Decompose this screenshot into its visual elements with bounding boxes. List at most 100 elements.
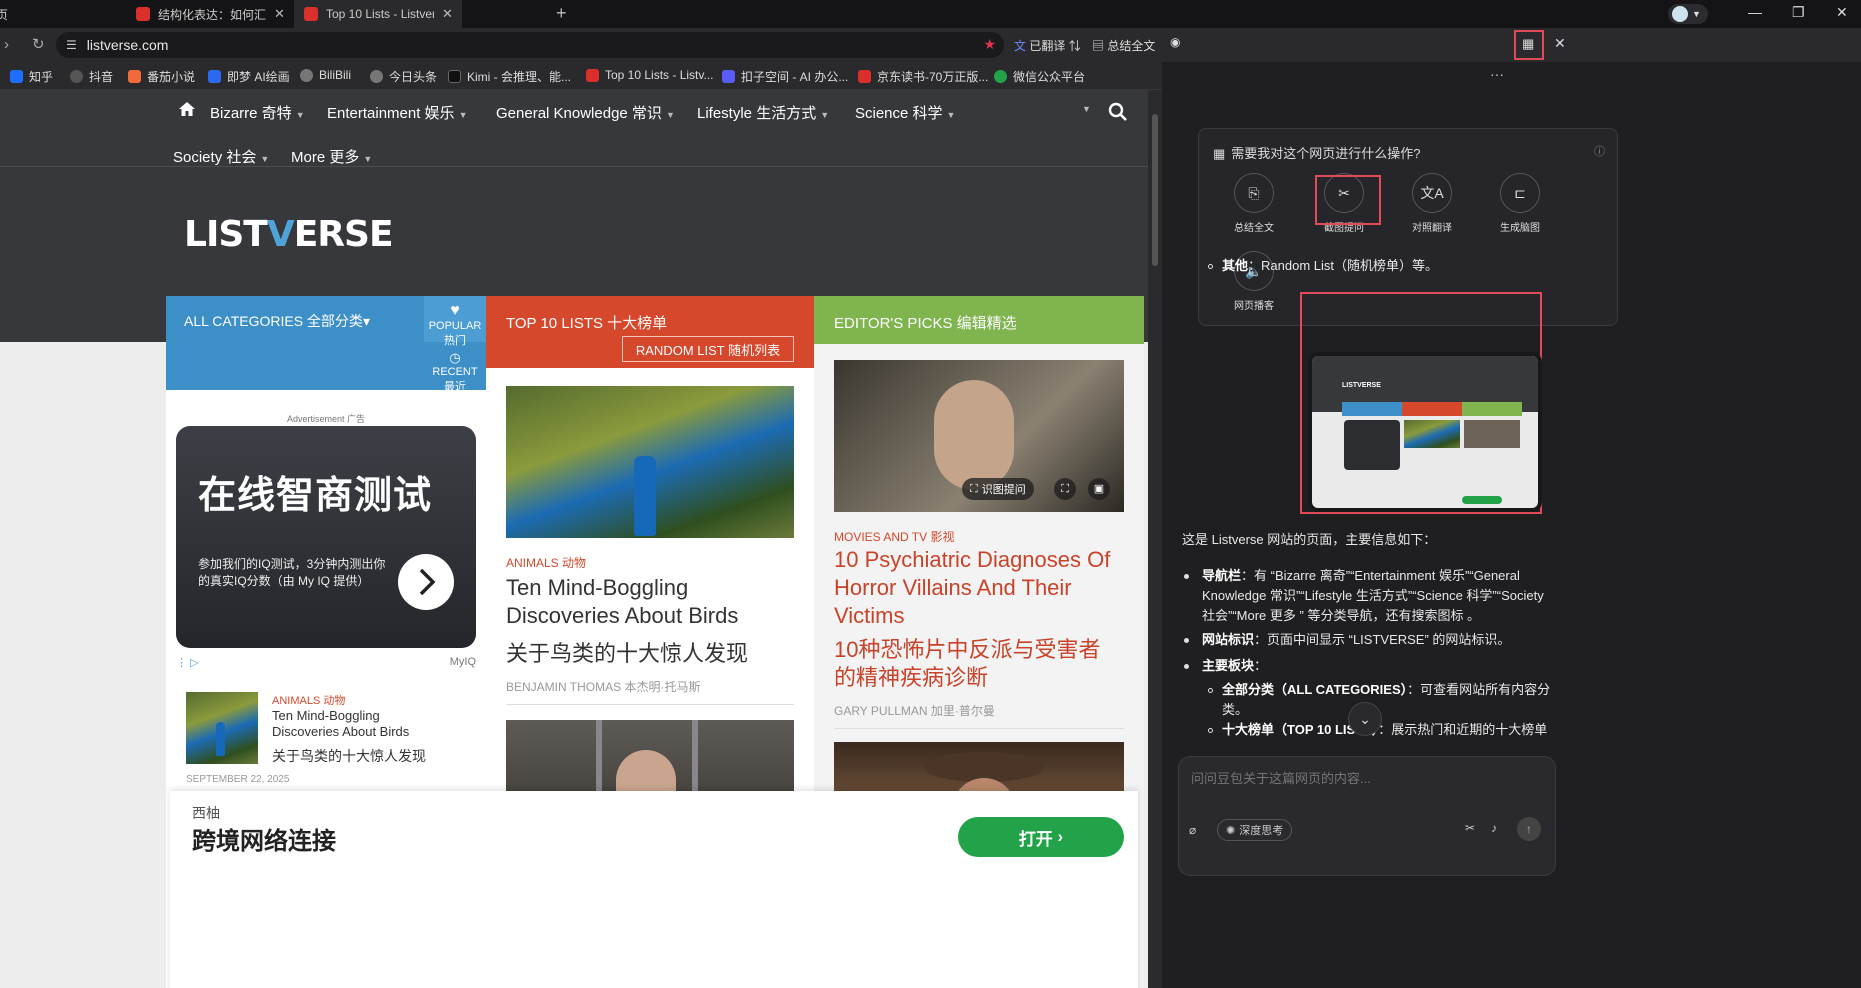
menu-entertainment[interactable]: Entertainment 娱乐 ▼ (327, 102, 467, 123)
article-category[interactable]: MOVIES AND TV 影视 (834, 528, 954, 545)
menu-more[interactable]: More 更多 ▼ (291, 146, 372, 167)
reload-icon[interactable]: ↻ (32, 35, 45, 53)
jd-icon (858, 70, 871, 83)
site-settings-icon[interactable]: ☰ (66, 38, 77, 52)
bookmark-kouzi[interactable]: 扣子空间 - AI 办公... (722, 68, 848, 85)
tab-overflow[interactable]: 页 (0, 0, 10, 28)
bookmark-douyin[interactable]: 抖音 (70, 68, 113, 85)
recent-tab[interactable]: ◷ RECENT 最近 (424, 350, 486, 394)
info-icon[interactable]: ⓘ (1594, 143, 1605, 159)
apps-grid-icon[interactable]: ▦ (1522, 36, 1534, 52)
bookmark-toutiao[interactable]: 今日头条 (370, 68, 437, 85)
action-summarize[interactable]: ⎘ 总结全文 (1209, 173, 1299, 234)
scroll-down-button[interactable]: ⌄ (1348, 702, 1382, 736)
kouzi-icon (722, 70, 735, 83)
nav-divider (0, 166, 1148, 167)
bookmark-jimeng[interactable]: 即梦 AI绘画 (208, 68, 290, 85)
ad-arrow-button[interactable] (398, 554, 454, 610)
web-page: Bizarre 奇特 ▼ Entertainment 娱乐 ▼ General Kn… (0, 90, 1148, 988)
new-tab-plus-icon[interactable]: + (556, 3, 567, 24)
summary-intro: 这是 Listverse 网站的页面，主要信息如下： (1182, 532, 1437, 547)
menu-general-knowledge[interactable]: General Knowledge 常识 ▼ (496, 102, 675, 123)
search-icon[interactable] (1108, 102, 1128, 122)
menu-bizarre[interactable]: Bizarre 奇特 ▼ (210, 102, 305, 123)
home-icon[interactable] (178, 100, 196, 118)
image-edit-icon[interactable]: ▣ (1088, 478, 1110, 500)
article-category[interactable]: ANIMALS 动物 (506, 554, 586, 571)
url-field[interactable]: ☰ listverse.com ★ (56, 32, 1004, 58)
summary-brand: 网站标识：页面中间显示 “LISTVERSE” 的网站标识。 (1202, 632, 1511, 647)
chevron-down-icon: ▼ (458, 110, 468, 120)
close-panel-icon[interactable]: ✕ (1554, 35, 1566, 52)
attach-icon[interactable]: ⌀ (1189, 823, 1196, 837)
article-author[interactable]: BENJAMIN THOMAS 本杰明·托马斯 (506, 678, 700, 695)
banner-brand: 西柚 (192, 805, 220, 821)
popular-tab[interactable]: ♥ POPULAR 热门 (424, 296, 486, 347)
fanqie-icon (128, 70, 141, 83)
summarize-button[interactable]: ▤ 总结全文 (1092, 37, 1155, 54)
mini-date: SEPTEMBER 22, 2025 (186, 774, 290, 785)
iq-test-ad[interactable]: 在线智商测试 参加我们的IQ测试，3分钟内测出你的真实IQ分数（由 My IQ … (176, 426, 476, 648)
mini-article[interactable]: ANIMALS 动物 Ten Mind-Boggling Discoveries… (186, 692, 486, 792)
all-categories-dropdown[interactable]: ALL CATEGORIES 全部分类▾ (166, 296, 424, 390)
microphone-icon[interactable]: ♪ (1491, 821, 1497, 835)
close-window-icon[interactable]: ✕ (1836, 4, 1848, 21)
action-mindmap[interactable]: ⊏ 生成脑图 (1475, 173, 1565, 234)
heart-icon: ♥ (450, 302, 460, 319)
bookmark-fanqie[interactable]: 番茄小说 (128, 68, 195, 85)
ad-footer: ⋮ ▷ MyIQ (176, 656, 476, 669)
horror-villain-image[interactable]: ⛶ 识图提问 ⛶ ▣ (834, 360, 1124, 512)
action-translate[interactable]: 文A 对照翻译 (1387, 173, 1477, 234)
scissors-icon[interactable]: ✂ (1465, 821, 1475, 835)
ad-choices-icon[interactable]: ⋮ ▷ (176, 657, 199, 669)
crop-icon[interactable]: ⛶ (1054, 478, 1076, 500)
tab-title: Top 10 Lists - Listverse (326, 7, 434, 21)
forward-icon[interactable]: › (4, 36, 9, 53)
page-scrollbar[interactable] (1148, 90, 1162, 988)
send-button[interactable]: ↑ (1517, 817, 1541, 841)
extension-icon[interactable]: ◉ (1170, 35, 1180, 49)
image-question-button[interactable]: ⛶ 识图提问 (962, 478, 1034, 500)
minimize-icon[interactable]: — (1748, 4, 1762, 20)
article-title-cn[interactable]: 10种恐怖片中反派与受害者的精神疾病诊断 (834, 636, 1114, 692)
tab-work-report[interactable]: 结构化表达：如何汇报工作 ✕ (126, 0, 294, 28)
menu-overflow-chevron-icon[interactable]: ▼ (1082, 104, 1091, 114)
close-tab-icon[interactable]: ✕ (442, 6, 453, 22)
banner-open-button[interactable]: 打开 › (958, 817, 1124, 857)
bookmark-kimi[interactable]: Kimi - 会推理、能... (448, 68, 571, 85)
article-title[interactable]: Ten Mind-Boggling Discoveries About Bird… (506, 574, 796, 630)
translate-button[interactable]: 文 已翻译 ⇅ (1014, 37, 1081, 54)
article-title[interactable]: 10 Psychiatric Diagnoses Of Horror Villa… (834, 546, 1130, 630)
close-tab-icon[interactable]: ✕ (274, 6, 285, 22)
chat-input[interactable] (1189, 767, 1545, 789)
bookmark-star-icon[interactable]: ★ (983, 36, 996, 53)
ad-brand: MyIQ (449, 656, 476, 668)
deep-think-toggle[interactable]: ✺ 深度思考 (1217, 819, 1293, 841)
menu-lifestyle[interactable]: Lifestyle 生活方式 ▼ (697, 102, 829, 123)
article-author[interactable]: GARY PULLMAN 加里·普尔曼 (834, 702, 995, 719)
banner-title: 跨境网络连接 (192, 828, 336, 855)
peacock-image[interactable] (506, 386, 794, 538)
more-options-icon[interactable]: ··· (1490, 66, 1504, 82)
bookmark-jd-read[interactable]: 京东读书-70万正版... (858, 68, 988, 85)
menu-science[interactable]: Science 科学 ▼ (855, 102, 955, 123)
scrollbar-thumb[interactable] (1152, 114, 1158, 266)
tab-listverse[interactable]: Top 10 Lists - Listverse ✕ (294, 0, 462, 28)
bookmark-zhihu[interactable]: 知乎 (10, 68, 53, 85)
translate-icon: 文 (1014, 39, 1027, 53)
restore-icon[interactable]: ❐ (1792, 4, 1805, 21)
listverse-logo[interactable]: LISTVERSE (184, 214, 394, 255)
bottom-banner-ad[interactable]: 西柚 跨境网络连接 打开 › (170, 791, 1138, 988)
bookmark-wechat[interactable]: 微信公众平台 (994, 68, 1085, 85)
atom-icon: ✺ (1226, 824, 1236, 837)
dropdown-caret-icon: ▾ (362, 313, 370, 329)
bookmark-listverse[interactable]: Top 10 Lists - Listv... (586, 68, 714, 82)
menu-society[interactable]: Society 社会 ▼ (173, 146, 269, 167)
random-list-button[interactable]: RANDOM LIST 随机列表 (622, 336, 794, 362)
tab-bar: 页 结构化表达：如何汇报工作 ✕ Top 10 Lists - Listvers… (0, 0, 1861, 28)
article-title-cn[interactable]: 关于鸟类的十大惊人发现 (506, 636, 796, 668)
page-screenshot-thumbnail[interactable]: LISTVERSE (1308, 352, 1542, 512)
tab-favicon-icon (304, 7, 318, 21)
bookmark-bilibili[interactable]: BiliBili (300, 68, 351, 82)
profile-avatar[interactable]: ▼ (1668, 4, 1708, 24)
